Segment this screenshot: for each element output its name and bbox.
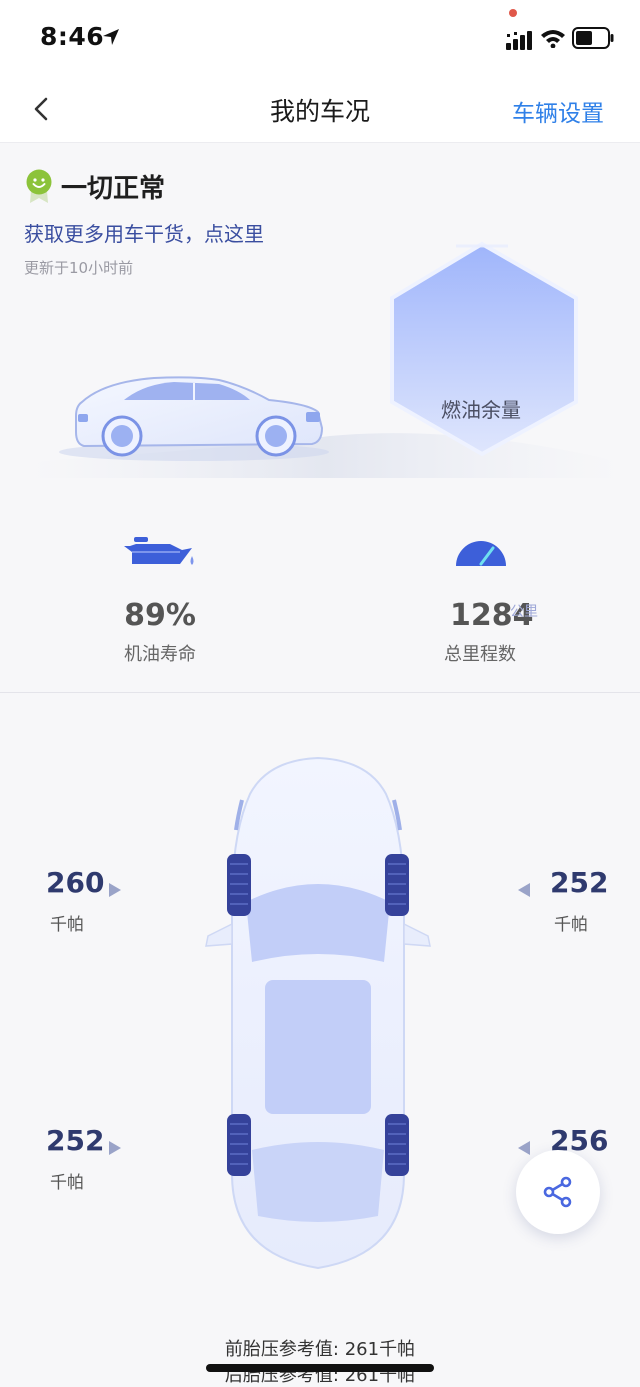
fuel-level-hexagon (390, 241, 578, 457)
front-pressure-reference: 前胎压参考值: 261千帕 (224, 1339, 416, 1360)
tyre-front-right-unit: 千帕 (554, 915, 588, 935)
smile-status-icon (26, 169, 52, 203)
tyre-rear-left-unit: 千帕 (50, 1173, 84, 1193)
section-divider (0, 692, 640, 693)
mileage-label: 总里程数 (444, 644, 516, 665)
home-indicator[interactable] (206, 1364, 434, 1372)
signal-icon (506, 31, 532, 50)
wifi-icon (541, 30, 565, 48)
recording-dot-icon (509, 9, 517, 17)
arrow-right-icon (109, 1141, 121, 1155)
status-time: 8:46 (40, 22, 105, 51)
share-icon[interactable] (540, 1174, 576, 1210)
tyre-front-right-value: 252 (550, 866, 609, 899)
tyre-front-left-unit: 千帕 (50, 915, 84, 935)
oil-life-label: 机油寿命 (124, 644, 196, 665)
vehicle-settings-button[interactable]: 车辆设置 (512, 94, 604, 128)
tyre-front-left-value: 260 (46, 866, 105, 899)
fuel-level-label: 燃油余量 (441, 398, 521, 422)
overall-status: 一切正常 (61, 174, 166, 204)
battery-icon (572, 27, 614, 49)
location-arrow-icon (103, 29, 119, 45)
oil-life-value: 89% (124, 598, 196, 633)
arrow-left-icon (518, 883, 530, 897)
arrow-left-icon (518, 1141, 530, 1155)
speedometer-icon (456, 541, 506, 566)
promo-link[interactable]: 获取更多用车干货，点这里 (24, 218, 264, 247)
arrow-right-icon (109, 883, 121, 897)
mileage-unit: 公里 (510, 604, 538, 620)
tyre-rear-left-value: 252 (46, 1124, 105, 1157)
car-top-illustration (205, 756, 431, 1270)
updated-time: 更新于10小时前 (24, 259, 134, 277)
oil-can-icon (124, 537, 194, 565)
car-side-illustration (59, 376, 329, 461)
